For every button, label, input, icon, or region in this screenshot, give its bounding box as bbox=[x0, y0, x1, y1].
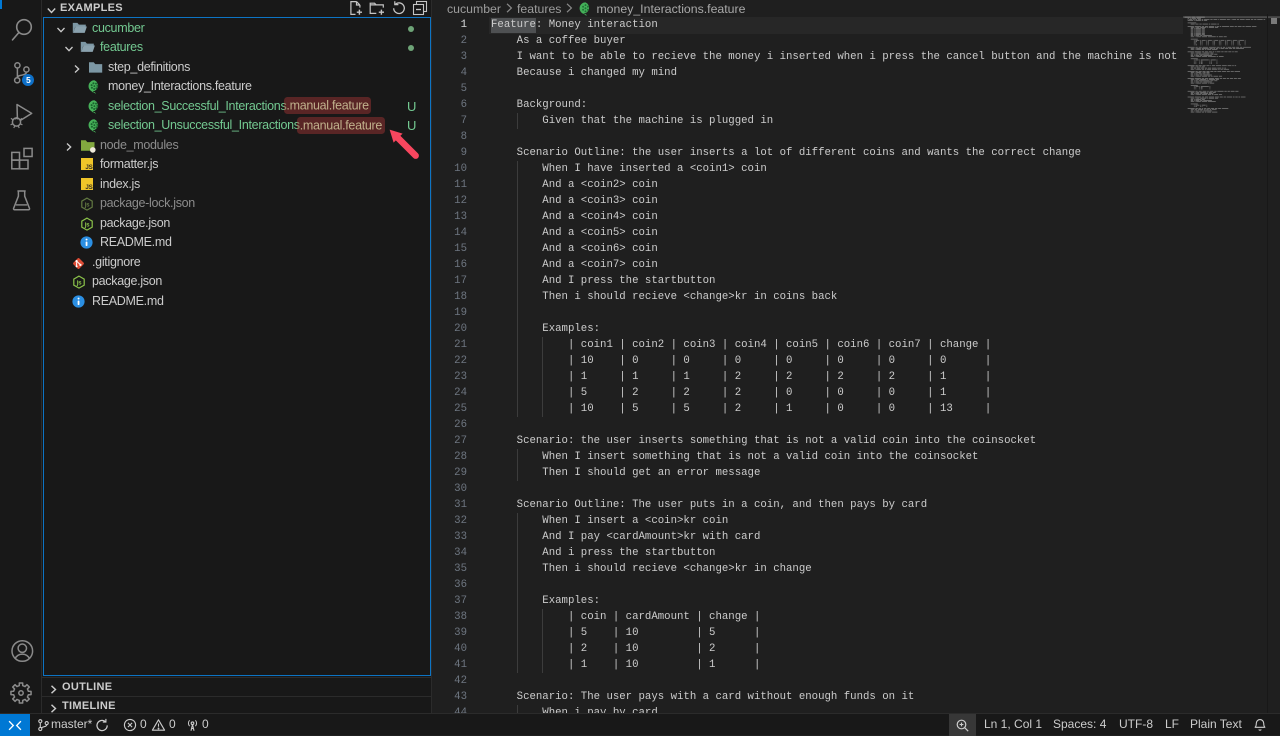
svg-text:JS: JS bbox=[85, 184, 92, 190]
svg-text:JS: JS bbox=[85, 164, 92, 170]
svg-text:js: js bbox=[84, 202, 90, 209]
svg-text:js: js bbox=[84, 221, 90, 228]
svg-text:js: js bbox=[76, 280, 82, 287]
